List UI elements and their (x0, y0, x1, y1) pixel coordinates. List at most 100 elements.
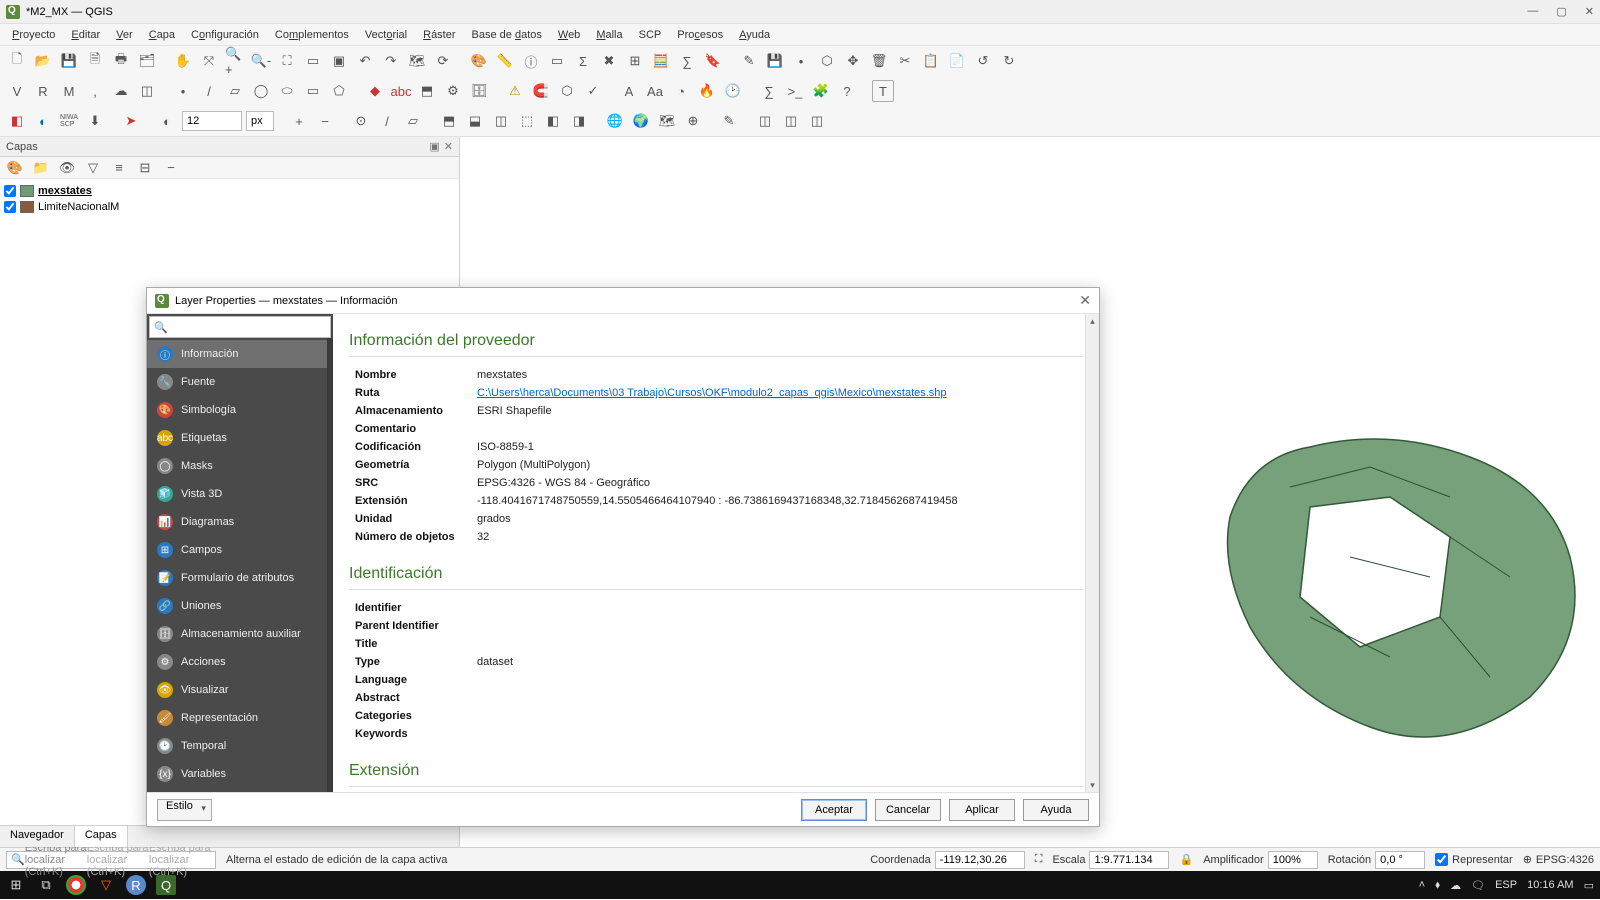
refresh-icon[interactable]: ⟳ (432, 50, 454, 72)
scp-classify-icon[interactable]: ⬒ (416, 80, 438, 102)
web-layer-4-icon[interactable]: ⊕ (682, 110, 704, 132)
layer-style-icon[interactable]: 🎨 (4, 157, 26, 179)
menu-basedatos[interactable]: Base de datos (466, 27, 548, 43)
digitize-point-icon[interactable]: • (172, 80, 194, 102)
crs-icon[interactable]: ⊕ (1523, 853, 1532, 866)
web-layer-2-icon[interactable]: 🌍 (630, 110, 652, 132)
geometry-check-icon[interactable]: ✓ (582, 80, 604, 102)
identify-icon[interactable]: ⓘ (520, 50, 542, 72)
help-button[interactable]: Ayuda (1023, 799, 1089, 821)
window-maximize-icon[interactable]: ▢ (1556, 5, 1566, 18)
nav-item-etiquetas[interactable]: abcEtiquetas (147, 424, 333, 452)
menu-scp[interactable]: SCP (633, 27, 668, 43)
paste-feature-icon[interactable]: 📄 (946, 50, 968, 72)
ok-button[interactable]: Aceptar (801, 799, 867, 821)
coord-input[interactable] (935, 851, 1025, 869)
db-manager-icon[interactable]: 🗄 (468, 80, 490, 102)
snapping-icon[interactable]: 🧲 (530, 80, 552, 102)
text-annotation-icon[interactable]: T (872, 80, 894, 102)
nav-item-diagramas[interactable]: 📊Diagramas (147, 508, 333, 536)
advanced-dig-1-icon[interactable]: ⬒ (438, 110, 460, 132)
save-as-icon[interactable]: 🗎 (84, 50, 106, 72)
scp-unit-input[interactable] (246, 111, 274, 131)
layer-visibility-checkbox[interactable] (4, 185, 16, 197)
style-dropdown[interactable]: Estilo (157, 799, 212, 821)
nav-item-formulario-de-atributos[interactable]: 📝Formulario de atributos (147, 564, 333, 592)
layer-visibility-checkbox[interactable] (4, 201, 16, 213)
nav-item-representación[interactable]: 🖌Representación (147, 704, 333, 732)
nav-item-visualizar[interactable]: 👁Visualizar (147, 676, 333, 704)
label-tool-icon[interactable]: Aa (644, 80, 666, 102)
new-project-icon[interactable]: 🗋 (6, 50, 28, 72)
measure-icon[interactable]: 📏 (494, 50, 516, 72)
edit-tool-1-icon[interactable]: ✎ (718, 110, 740, 132)
heatmap-icon[interactable]: 🔥 (696, 80, 718, 102)
render-checkbox[interactable] (1435, 853, 1448, 866)
layer-row-limite[interactable]: LimiteNacionalM (4, 199, 455, 215)
style-manager-icon[interactable]: 🎨 (468, 50, 490, 72)
select-icon[interactable]: ▭ (546, 50, 568, 72)
wms-layer-icon[interactable]: ☁ (110, 80, 132, 102)
nav-item-uniones[interactable]: 🔗Uniones (147, 592, 333, 620)
dialog-close-icon[interactable]: ✕ (1079, 292, 1091, 309)
csv-layer-icon[interactable]: , (84, 80, 106, 102)
tray-dropbox-icon[interactable]: ⬧ (1435, 879, 1440, 892)
nav-item-simbología[interactable]: 🎨Simbología (147, 396, 333, 424)
content-scrollbar[interactable]: ▴▾ (1085, 314, 1099, 792)
nav-item-información[interactable]: ⓘInformación (147, 340, 333, 368)
notifications-icon[interactable]: ▭ (1584, 879, 1594, 892)
vector-layer-icon[interactable]: V (6, 80, 28, 102)
scp-dock-icon[interactable]: ◧ (6, 110, 28, 132)
print-layout-icon[interactable]: 🖶 (110, 50, 132, 72)
scp-preview-icon[interactable]: abc (390, 80, 412, 102)
deselect-icon[interactable]: ✖ (598, 50, 620, 72)
tray-chevron-icon[interactable]: ˄ (1419, 879, 1425, 891)
layer-visibility-icon[interactable]: 👁 (56, 157, 78, 179)
apply-button[interactable]: Aplicar (949, 799, 1015, 821)
cancel-button[interactable]: Cancelar (875, 799, 941, 821)
diagram-icon[interactable]: ◔ (670, 80, 692, 102)
processing-toolbox-icon[interactable]: ⚠ (504, 80, 526, 102)
advanced-dig-6-icon[interactable]: ◨ (568, 110, 590, 132)
layer-expand-icon[interactable]: ≡ (108, 157, 130, 179)
nav-item-campos[interactable]: ⊞Campos (147, 536, 333, 564)
rotation-input[interactable] (1375, 851, 1425, 869)
open-project-icon[interactable]: 📂 (32, 50, 54, 72)
vertex-del-icon[interactable]: − (314, 110, 336, 132)
zoom-next-icon[interactable]: ↷ (380, 50, 402, 72)
zoom-layer-icon[interactable]: ▣ (328, 50, 350, 72)
plugin-manager-icon[interactable]: 🧩 (810, 80, 832, 102)
menu-malla[interactable]: Malla (590, 27, 628, 43)
digitize-ellipse-icon[interactable]: ⬭ (276, 80, 298, 102)
pan-icon[interactable]: ✋ (172, 50, 194, 72)
bookmark-icon[interactable]: 🔖 (702, 50, 724, 72)
menu-complementos[interactable]: Complementos (269, 27, 355, 43)
web-layer-1-icon[interactable]: 🌐 (604, 110, 626, 132)
zoom-last-icon[interactable]: ↶ (354, 50, 376, 72)
statistics-icon[interactable]: ∑ (676, 50, 698, 72)
layer-add-group-icon[interactable]: 📁 (30, 157, 52, 179)
layer-row-mexstates[interactable]: mexstates (4, 183, 455, 199)
dialog-titlebar[interactable]: Layer Properties — mexstates — Informaci… (147, 288, 1099, 314)
edit-toggle-icon[interactable]: ✎ (738, 50, 760, 72)
topology-icon[interactable]: ⬡ (556, 80, 578, 102)
help-icon[interactable]: ? (836, 80, 858, 102)
coord-extent-icon[interactable]: ⛶ (1035, 853, 1043, 866)
snap-vertex-icon[interactable]: ⊙ (350, 110, 372, 132)
expression-icon[interactable]: ∑ (758, 80, 780, 102)
digitize-poly-icon[interactable]: ▱ (224, 80, 246, 102)
vertex-tool-icon[interactable]: ⬡ (816, 50, 838, 72)
panel-undock-icon[interactable]: ▣ (429, 140, 439, 153)
scp-roi-icon[interactable]: ◆ (364, 80, 386, 102)
advanced-dig-5-icon[interactable]: ◧ (542, 110, 564, 132)
layer-remove-icon[interactable]: − (160, 157, 182, 179)
field-calc-icon[interactable]: 🧮 (650, 50, 672, 72)
save-project-icon[interactable]: 💾 (58, 50, 80, 72)
zoom-in-icon[interactable]: 🔍+ (224, 50, 246, 72)
move-feature-icon[interactable]: ✥ (842, 50, 864, 72)
taskbar-lang[interactable]: ESP (1495, 879, 1517, 891)
labeling-icon[interactable]: A (618, 80, 640, 102)
panel-close-icon[interactable]: ✕ (444, 140, 453, 153)
scp-band-icon[interactable]: ◐ (32, 110, 54, 132)
tray-network-icon[interactable]: 🗨 (1471, 879, 1485, 892)
